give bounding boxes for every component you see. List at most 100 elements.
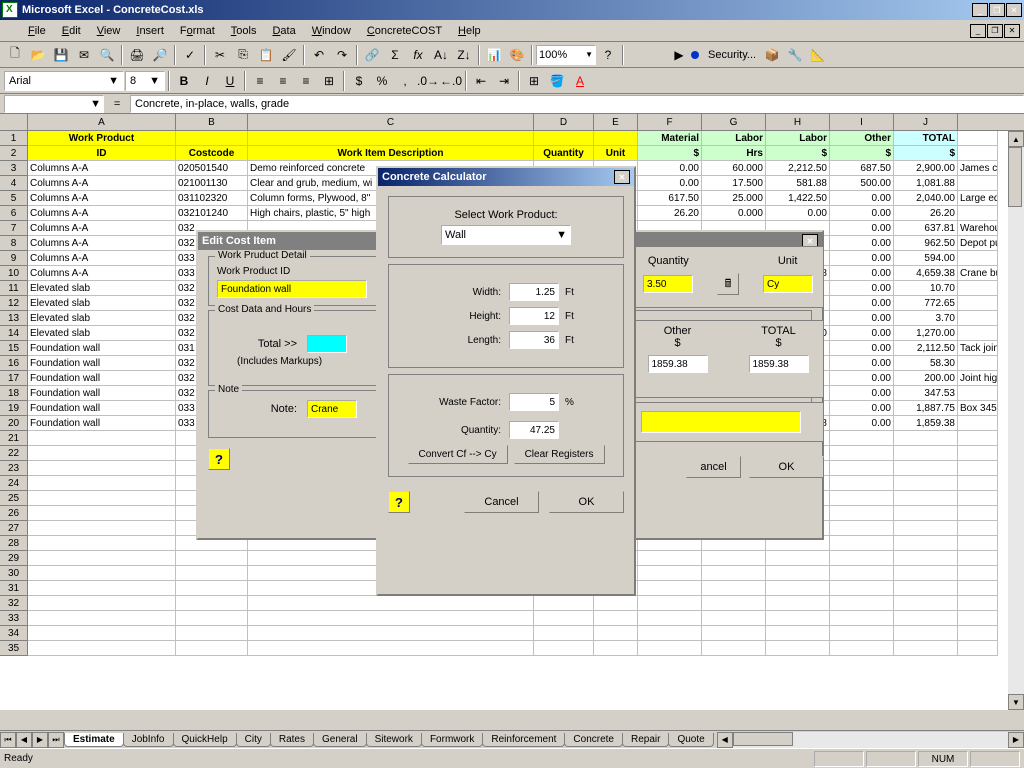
font-name-dropdown[interactable]: Arial▼ xyxy=(4,71,124,91)
cell[interactable]: 594.00 xyxy=(894,251,958,266)
cell[interactable] xyxy=(894,431,958,446)
cell[interactable] xyxy=(894,611,958,626)
cell[interactable]: Elevated slab xyxy=(28,281,176,296)
menu-concretecost[interactable]: ConcreteCOST xyxy=(359,23,450,39)
cell[interactable]: 26.20 xyxy=(894,206,958,221)
cell[interactable] xyxy=(702,611,766,626)
save-icon[interactable]: 💾 xyxy=(50,44,72,66)
cell[interactable] xyxy=(28,446,176,461)
cell[interactable]: Columns A-A xyxy=(28,191,176,206)
cell[interactable]: 0.00 xyxy=(830,296,894,311)
row-header[interactable]: 10 xyxy=(0,266,28,281)
cell[interactable] xyxy=(894,446,958,461)
borders-icon[interactable]: ⊞ xyxy=(523,70,545,92)
cell[interactable] xyxy=(534,131,594,146)
cell[interactable] xyxy=(248,641,534,656)
row-header[interactable]: 12 xyxy=(0,296,28,311)
col-header-d[interactable]: D xyxy=(534,114,594,130)
underline-icon[interactable]: U xyxy=(219,70,241,92)
cell[interactable]: Foundation wall xyxy=(28,401,176,416)
cell[interactable]: Foundation wall xyxy=(28,371,176,386)
col-header-a[interactable]: A xyxy=(28,114,176,130)
row-header[interactable]: 23 xyxy=(0,461,28,476)
cell[interactable] xyxy=(766,596,830,611)
cell[interactable]: 031102320 xyxy=(176,191,248,206)
menu-insert[interactable]: Insert xyxy=(128,23,172,39)
cell[interactable]: 020501540 xyxy=(176,161,248,176)
cell[interactable] xyxy=(830,446,894,461)
cell[interactable]: 1,081.88 xyxy=(894,176,958,191)
bold-icon[interactable]: B xyxy=(173,70,195,92)
cell[interactable] xyxy=(766,581,830,596)
cell[interactable]: Labor xyxy=(766,131,830,146)
row-header[interactable]: 19 xyxy=(0,401,28,416)
cell[interactable] xyxy=(830,566,894,581)
row-header[interactable]: 4 xyxy=(0,176,28,191)
cell[interactable]: 0.00 xyxy=(830,281,894,296)
cell[interactable] xyxy=(958,326,998,341)
cell[interactable] xyxy=(894,596,958,611)
minimize-button[interactable]: _ xyxy=(972,3,988,17)
sheet-tab-jobinfo[interactable]: JobInfo xyxy=(123,733,174,747)
cell[interactable] xyxy=(28,551,176,566)
cell[interactable]: Columns A-A xyxy=(28,266,176,281)
sheet-tab-estimate[interactable]: Estimate xyxy=(64,733,124,747)
name-box[interactable]: ▼ xyxy=(4,95,104,113)
cell[interactable]: Foundation wall xyxy=(28,416,176,431)
cell[interactable]: 0.00 xyxy=(830,236,894,251)
cell[interactable] xyxy=(894,641,958,656)
row-header[interactable]: 29 xyxy=(0,551,28,566)
cell[interactable] xyxy=(958,551,998,566)
cell[interactable]: Crane buc xyxy=(958,266,998,281)
open-icon[interactable]: 📂 xyxy=(27,44,49,66)
fill-color-icon[interactable]: 🪣 xyxy=(546,70,568,92)
cell[interactable]: Columns A-A xyxy=(28,176,176,191)
merge-icon[interactable]: ⊞ xyxy=(318,70,340,92)
cell[interactable] xyxy=(702,551,766,566)
cell[interactable] xyxy=(638,581,702,596)
cell[interactable] xyxy=(830,476,894,491)
cell[interactable] xyxy=(958,521,998,536)
cell[interactable]: 60.000 xyxy=(702,161,766,176)
menu-view[interactable]: View xyxy=(89,23,129,39)
length-input[interactable]: 36 xyxy=(509,331,559,349)
row-header[interactable]: 16 xyxy=(0,356,28,371)
cell[interactable] xyxy=(958,641,998,656)
cell[interactable] xyxy=(894,491,958,506)
row-header[interactable]: 27 xyxy=(0,521,28,536)
work-product-dropdown[interactable]: Wall ▼ xyxy=(441,225,571,245)
font-size-dropdown[interactable]: 8▼ xyxy=(125,71,165,91)
cell[interactable] xyxy=(830,581,894,596)
row-header[interactable]: 35 xyxy=(0,641,28,656)
row-header[interactable]: 31 xyxy=(0,581,28,596)
cell[interactable] xyxy=(28,641,176,656)
cell[interactable] xyxy=(958,611,998,626)
cell[interactable]: 3.70 xyxy=(894,311,958,326)
cell[interactable] xyxy=(958,626,998,641)
format-painter-icon[interactable]: 🖌 xyxy=(278,44,300,66)
menu-tools[interactable]: Tools xyxy=(223,23,265,39)
cell[interactable]: Foundation wall xyxy=(28,341,176,356)
row-header[interactable]: 32 xyxy=(0,596,28,611)
cell[interactable] xyxy=(594,641,638,656)
row-header[interactable]: 33 xyxy=(0,611,28,626)
cell[interactable]: $ xyxy=(894,146,958,161)
cell[interactable] xyxy=(830,611,894,626)
width-input[interactable]: 1.25 xyxy=(509,283,559,301)
cell[interactable] xyxy=(830,536,894,551)
cell[interactable]: 2,212.50 xyxy=(766,161,830,176)
tab-nav-first[interactable]: ⏮ xyxy=(0,732,16,748)
cell[interactable] xyxy=(176,611,248,626)
cell[interactable] xyxy=(594,596,638,611)
cell[interactable] xyxy=(958,536,998,551)
cell[interactable] xyxy=(534,626,594,641)
font-color-icon[interactable]: A xyxy=(569,70,591,92)
doc-minimize-button[interactable]: _ xyxy=(970,24,986,38)
cell[interactable]: 637.81 xyxy=(894,221,958,236)
cell[interactable] xyxy=(28,431,176,446)
sort-asc-icon[interactable]: A↓ xyxy=(430,44,452,66)
comma-icon[interactable]: , xyxy=(394,70,416,92)
col-header-j[interactable]: J xyxy=(894,114,958,130)
drawing-icon[interactable]: 🎨 xyxy=(506,44,528,66)
cell[interactable]: Work Product xyxy=(28,131,176,146)
